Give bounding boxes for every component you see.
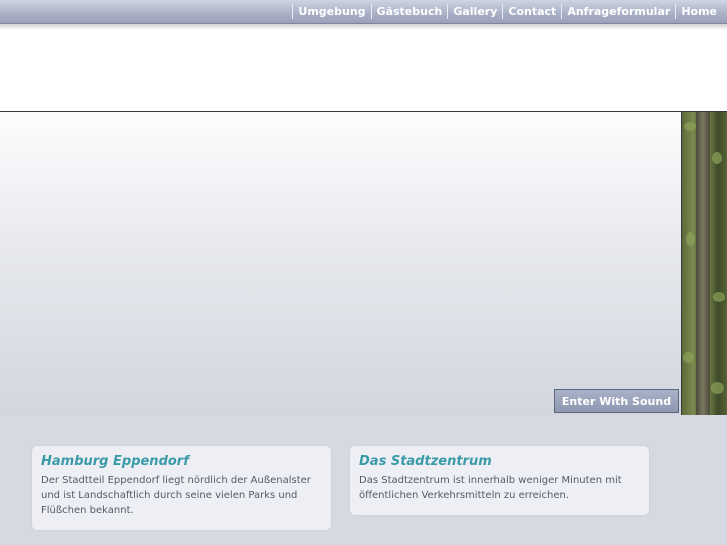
foliage-shape xyxy=(711,382,724,394)
nav-link-umgebung[interactable]: Umgebung xyxy=(292,4,370,19)
topbar-shadow xyxy=(0,24,727,30)
top-navigation-bar: Umgebung Gästebuch Gallery Contact Anfra… xyxy=(0,0,727,24)
content-area: Hamburg Eppendorf Der Stadtteil Eppendor… xyxy=(0,415,727,545)
nav-link-contact[interactable]: Contact xyxy=(502,4,561,19)
nav-link-gaestebuch[interactable]: Gästebuch xyxy=(370,4,448,19)
card-title: Hamburg Eppendorf xyxy=(41,454,189,469)
info-card-eppendorf: Hamburg Eppendorf Der Stadtteil Eppendor… xyxy=(32,446,331,530)
foliage-shape xyxy=(683,352,694,363)
nav-link-home[interactable]: Home xyxy=(675,4,722,19)
enter-with-sound-button[interactable]: Enter With Sound xyxy=(554,389,679,413)
foliage-shape xyxy=(686,232,695,246)
hero-flash-panel: Enter With Sound xyxy=(0,112,682,415)
card-title: Das Stadtzentrum xyxy=(359,454,492,469)
info-card-stadtzentrum: Das Stadtzentrum Das Stadtzentrum ist in… xyxy=(350,446,649,515)
card-text: Der Stadtteil Eppendorf liegt nördlich d… xyxy=(41,475,311,516)
foliage-shape xyxy=(712,152,722,164)
tree-photo xyxy=(682,112,727,415)
card-text: Das Stadtzentrum ist innerhalb weniger M… xyxy=(359,475,622,501)
foliage-shape xyxy=(713,292,725,302)
hero-banner: Enter With Sound xyxy=(0,111,727,416)
nav-link-gallery[interactable]: Gallery xyxy=(447,4,502,19)
foliage-shape xyxy=(684,122,696,131)
main-nav: Umgebung Gästebuch Gallery Contact Anfra… xyxy=(292,0,722,23)
nav-link-anfrageformular[interactable]: Anfrageformular xyxy=(561,4,675,19)
tree-trunk xyxy=(696,112,710,415)
